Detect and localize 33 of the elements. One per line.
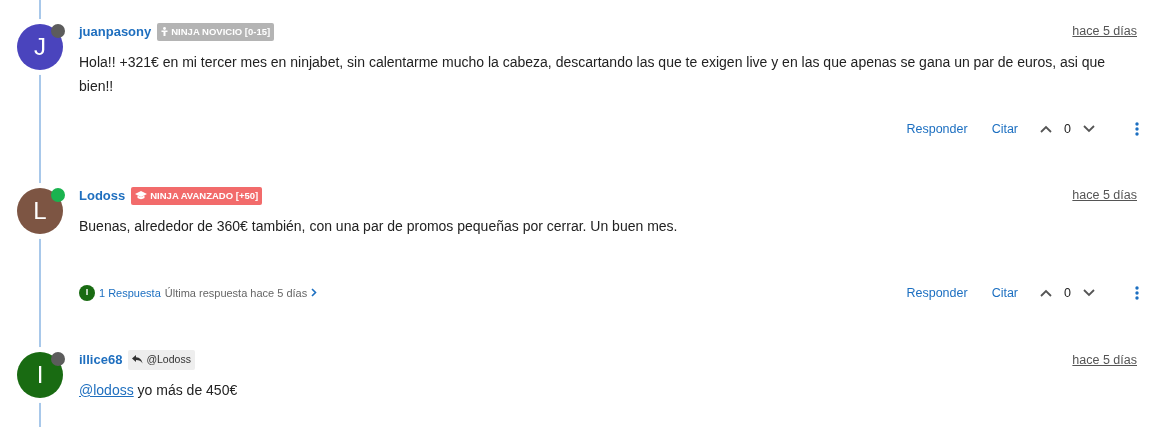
vote-count: 0 [1064, 284, 1071, 302]
last-reply-text: Última respuesta hace 5 días [164, 285, 308, 301]
replies-link[interactable]: I 1 Respuesta Última respuesta hace 5 días [79, 284, 318, 302]
quote-link[interactable]: Citar [991, 119, 1019, 139]
upvote-icon[interactable] [1040, 124, 1053, 133]
chevron-right-icon [311, 288, 318, 298]
more-options-icon[interactable] [1135, 122, 1139, 137]
reply-count: 1 Respuesta [99, 285, 161, 301]
timestamp-link[interactable]: hace 5 días [1072, 350, 1137, 370]
reply-link[interactable]: Responder [906, 119, 968, 139]
reply-to-tag[interactable]: @Lodoss [128, 350, 195, 370]
username-link[interactable]: juanpasony [79, 22, 152, 42]
quote-link[interactable]: Citar [991, 283, 1019, 303]
reply-arrow-icon [132, 355, 144, 365]
username-link[interactable]: illice68 [79, 350, 123, 370]
mention-link[interactable]: @lodoss [79, 381, 134, 398]
more-options-icon[interactable] [1135, 286, 1139, 301]
reply-link[interactable]: Responder [906, 283, 968, 303]
timestamp-link[interactable]: hace 5 días [1072, 186, 1137, 206]
graduation-cap-icon [135, 191, 148, 201]
reply-avatar: I [79, 284, 95, 301]
username-link[interactable]: Lodoss [79, 186, 126, 206]
post-text: Buenas, alrededor de 360€ también, con una par de promos pequeñas por cerrar. Un buen mes. [79, 216, 679, 236]
person-icon [161, 27, 169, 37]
post-text: @lodoss yo más de 450€ [79, 380, 239, 400]
vote-count: 0 [1064, 120, 1071, 138]
rank-badge: NINJA AVANZADO [+50] [131, 186, 263, 205]
post-text: Hola!! +321€ en mi tercer mes en ninjabet, sin calentarme mucho la cabeza, descartando las que te exigen live y en las que apenas se gana un par de euros, asi que bien!! [79, 52, 1107, 96]
downvote-icon[interactable] [1083, 124, 1095, 133]
downvote-icon[interactable] [1083, 288, 1095, 297]
rank-badge: NINJA NOVICIO [0-15] [157, 22, 275, 41]
upvote-icon[interactable] [1040, 288, 1053, 297]
timestamp-link[interactable]: hace 5 días [1072, 22, 1137, 42]
